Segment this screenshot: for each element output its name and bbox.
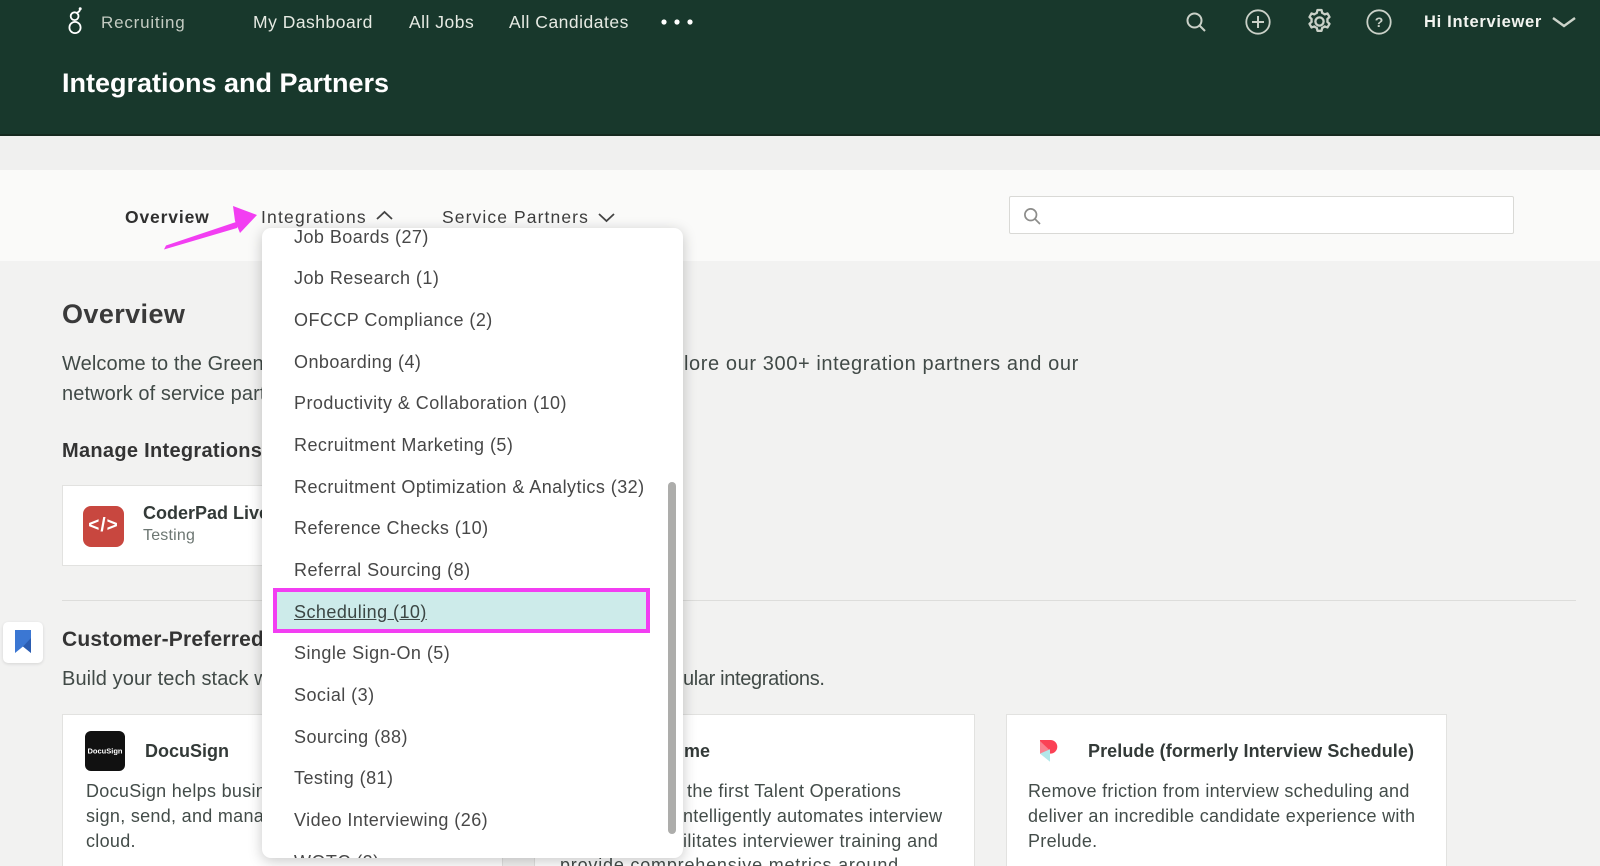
svg-text:?: ? — [1375, 14, 1384, 30]
